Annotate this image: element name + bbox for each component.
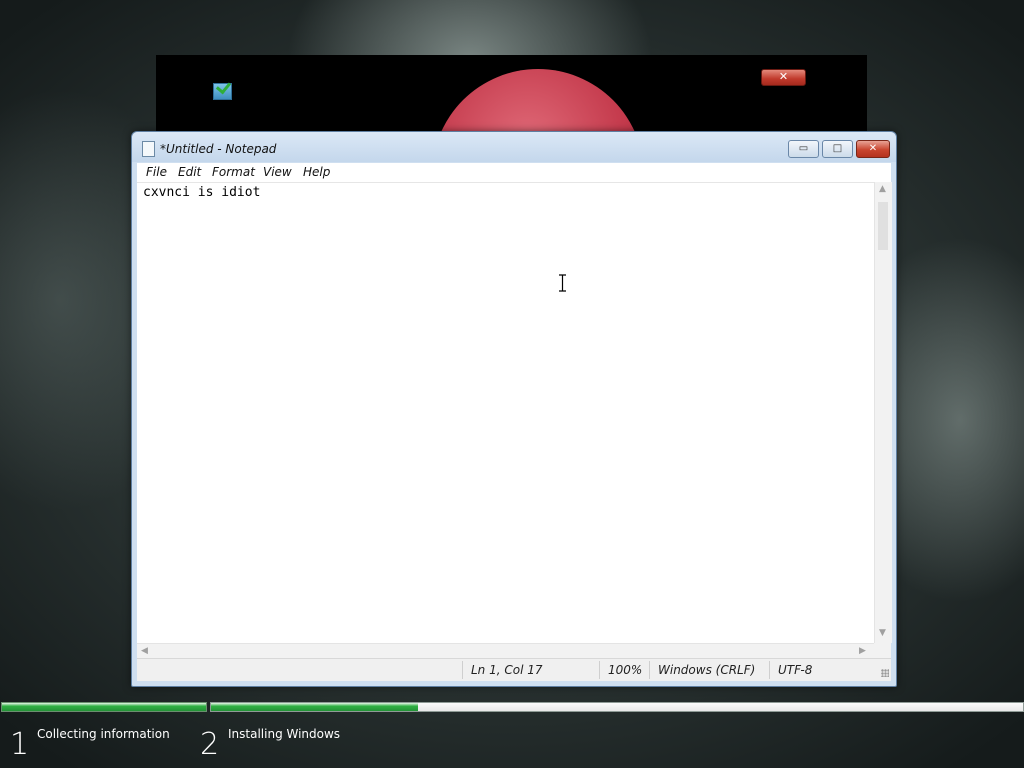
status-bar: Ln 1, Col 17 100% Windows (CRLF) UTF-8 — [137, 658, 891, 681]
ibeam-cursor-icon — [559, 274, 566, 292]
status-separator — [462, 661, 463, 679]
progress-step2-segment — [210, 702, 1024, 712]
scrollbar-corner — [874, 643, 891, 658]
notepad-titlebar[interactable]: *Untitled - Notepad ▭ □ ✕ — [132, 132, 896, 162]
horizontal-scrollbar[interactable]: ◀ ▶ — [137, 643, 874, 659]
step2-label: Installing Windows — [228, 727, 341, 741]
status-line-endings: Windows (CRLF) — [658, 663, 756, 677]
editor-content: cxvnci is idiot — [143, 185, 261, 200]
progress-step2-fill — [211, 703, 419, 711]
scroll-right-arrow-icon[interactable]: ▶ — [859, 646, 866, 656]
text-editor-area[interactable]: cxvnci is idiot — [137, 182, 874, 644]
menu-file[interactable]: File — [146, 165, 167, 179]
menu-help[interactable]: Help — [303, 165, 330, 179]
status-cursor-position: Ln 1, Col 17 — [471, 663, 543, 677]
status-zoom: 100% — [608, 663, 643, 677]
popup-app-icon — [213, 83, 232, 100]
status-separator — [769, 661, 770, 679]
minimize-button[interactable]: ▭ — [788, 140, 819, 158]
menu-edit[interactable]: Edit — [178, 165, 201, 179]
menu-view[interactable]: View — [263, 165, 292, 179]
step1-label: Collecting information — [37, 727, 170, 741]
maximize-button[interactable]: □ — [822, 140, 853, 158]
status-encoding: UTF-8 — [778, 663, 813, 677]
step1-number: 1 — [10, 727, 30, 762]
menu-bar: File Edit Format View Help — [137, 163, 891, 182]
scroll-up-arrow-icon[interactable]: ▲ — [879, 184, 886, 194]
vertical-scrollbar[interactable]: ▲ ▼ — [874, 182, 892, 643]
scroll-down-arrow-icon[interactable]: ▼ — [879, 628, 886, 638]
setup-progress-bar — [0, 702, 1024, 713]
resize-grip-icon[interactable] — [881, 669, 889, 677]
notepad-window: *Untitled - Notepad ▭ □ ✕ File Edit Form… — [131, 131, 897, 687]
close-button[interactable]: ✕ — [856, 140, 890, 158]
vertical-scroll-thumb[interactable] — [878, 202, 888, 250]
menu-format[interactable]: Format — [212, 165, 255, 179]
progress-step1-segment — [1, 702, 207, 712]
status-separator — [649, 661, 650, 679]
scroll-left-arrow-icon[interactable]: ◀ — [141, 646, 148, 656]
notepad-icon — [142, 141, 155, 157]
popup-close-button[interactable]: ✕ — [761, 69, 806, 86]
step2-number: 2 — [200, 727, 220, 762]
window-title: *Untitled - Notepad — [160, 142, 277, 156]
status-separator — [599, 661, 600, 679]
